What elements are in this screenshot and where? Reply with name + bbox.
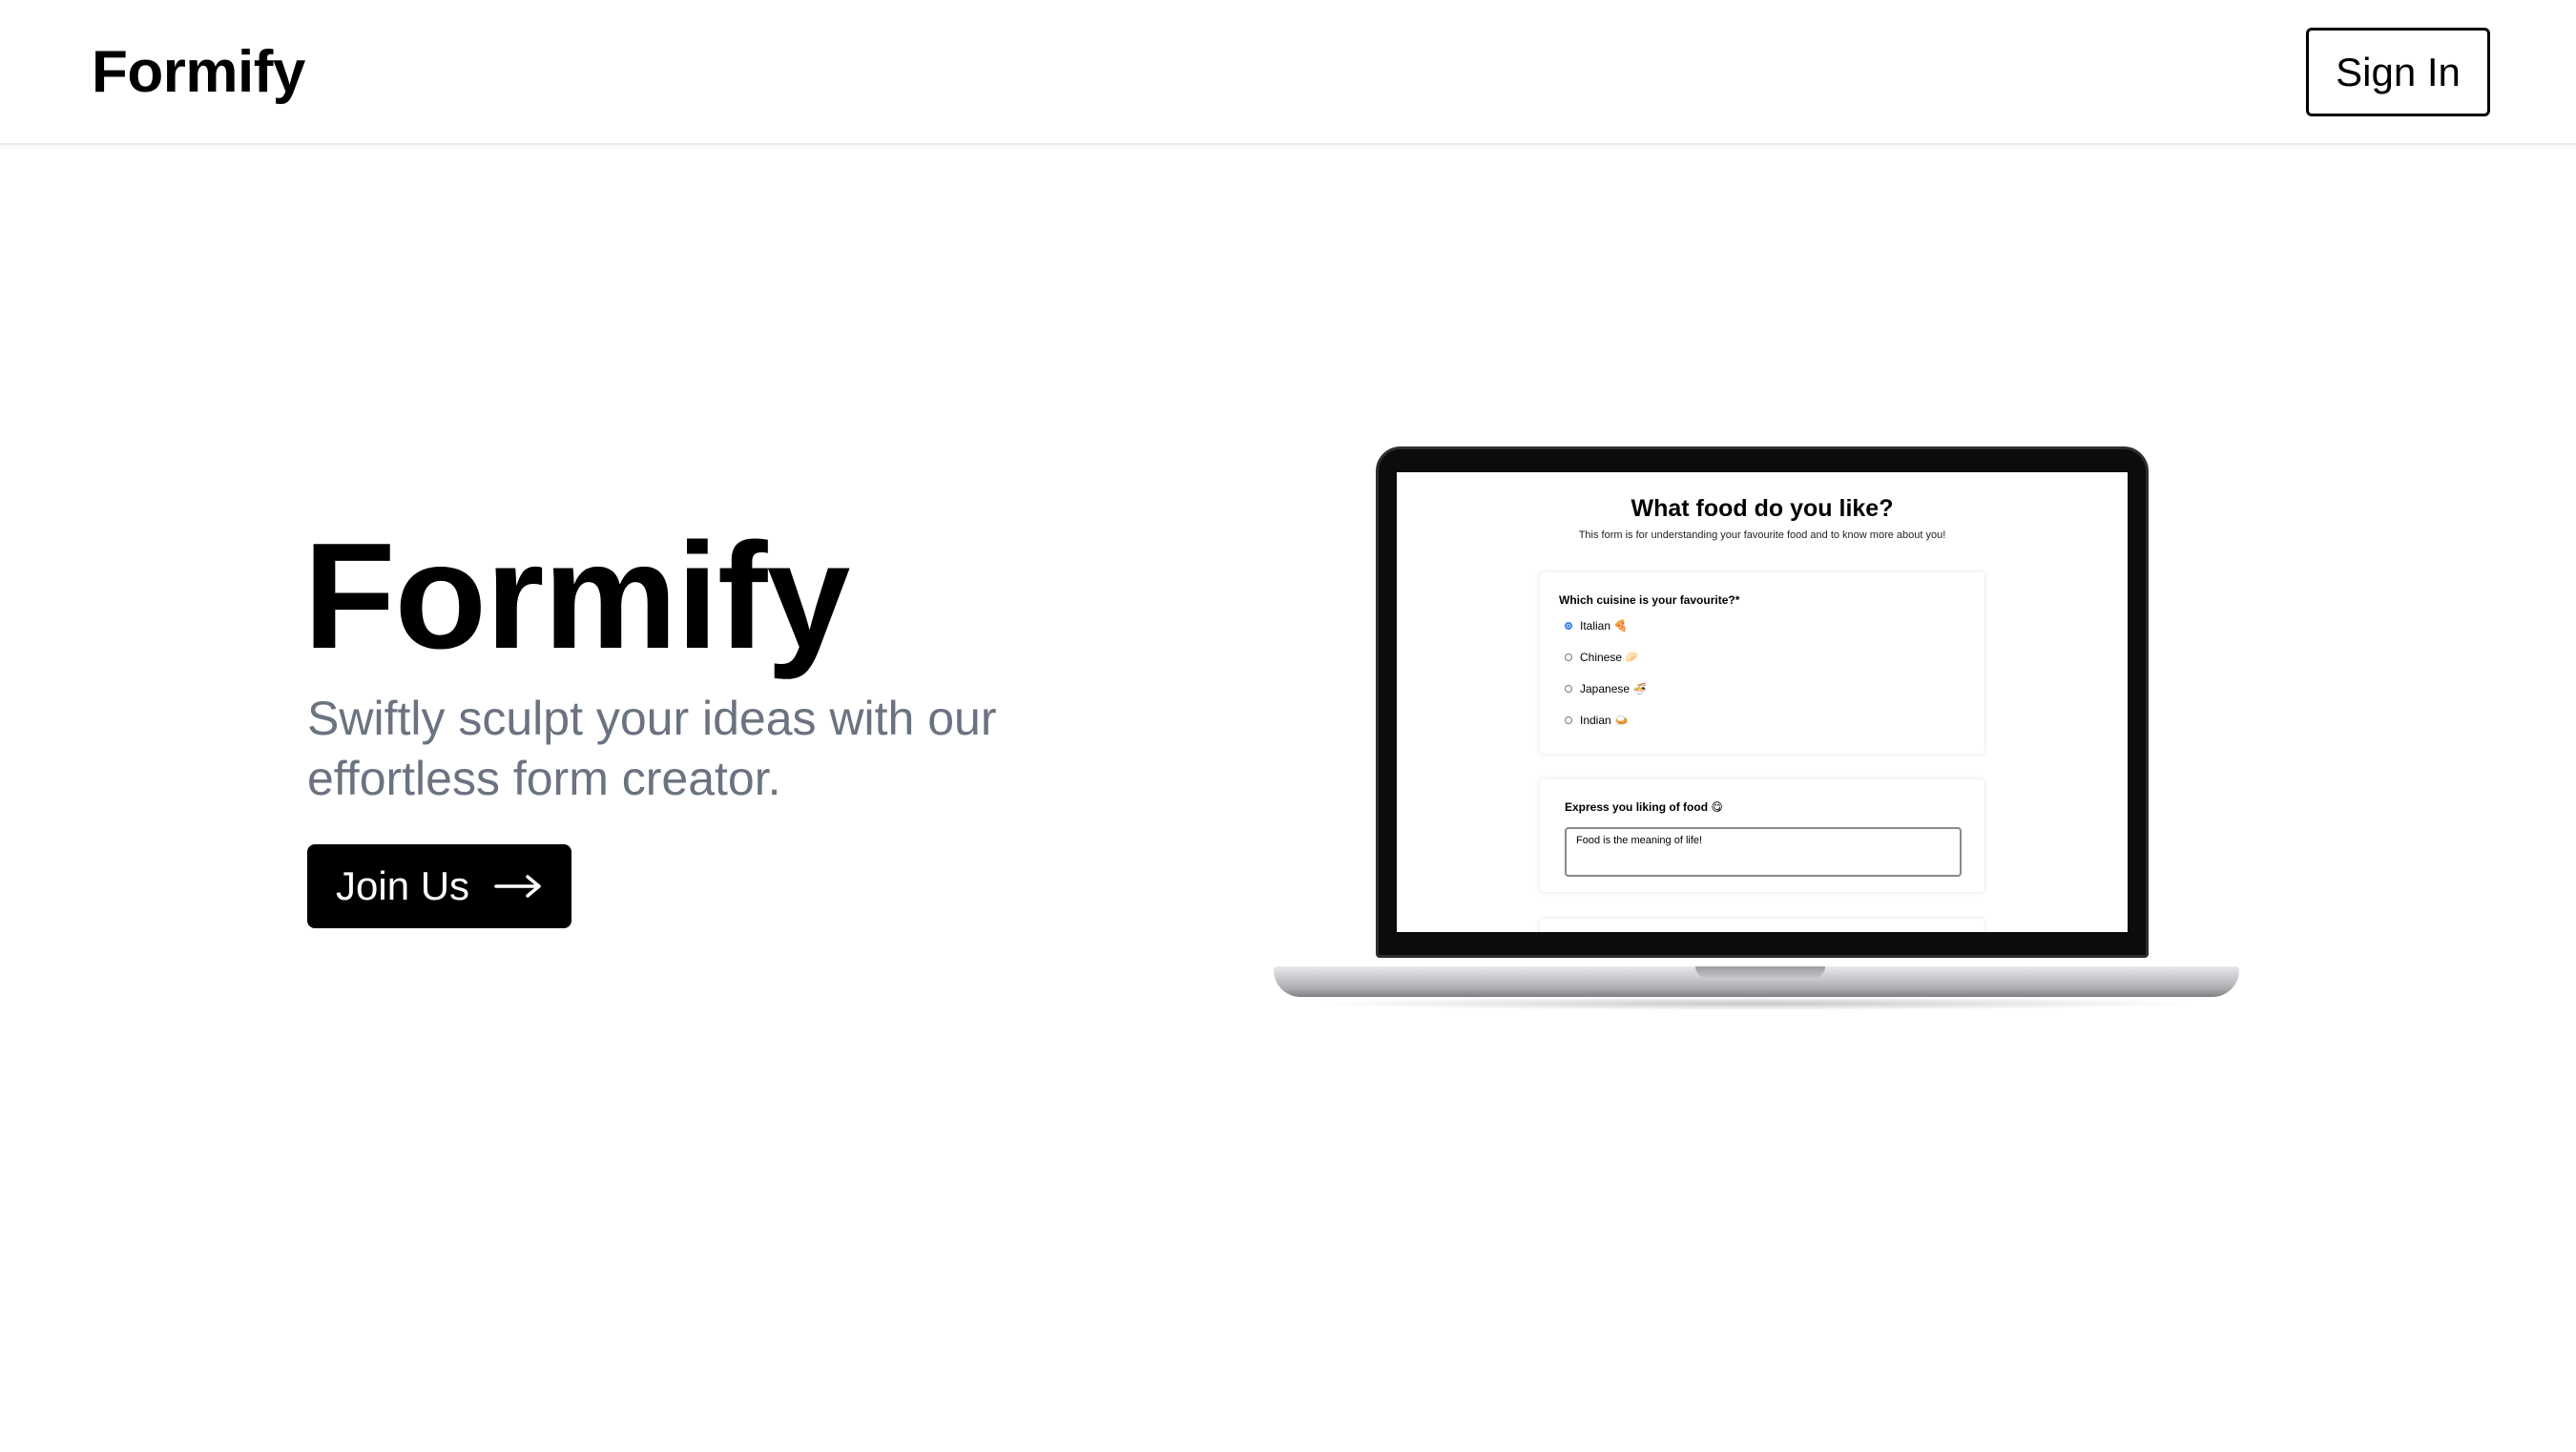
form-preview-description: This form is for understanding your favo… xyxy=(1578,529,1946,541)
laptop-shadow xyxy=(1312,997,2199,1010)
nav-logo[interactable]: Formify xyxy=(92,38,305,107)
laptop-screen: What food do you like? This form is for … xyxy=(1397,472,2128,932)
form-preview-title: What food do you like? xyxy=(1631,495,1894,522)
question-card-cuisine: Which cuisine is your favourite?* Italia… xyxy=(1540,572,1984,754)
question-card-liking: Express you liking of food 😋 Food is the… xyxy=(1540,779,1984,892)
radio-button xyxy=(1565,685,1572,693)
answer-text-field: Food is the meaning of life! xyxy=(1565,827,1962,877)
arrow-right-icon xyxy=(494,875,542,898)
option-label: Chinese 🥟 xyxy=(1580,651,1640,664)
sign-in-button[interactable]: Sign In xyxy=(2306,28,2490,116)
laptop-mockup: What food do you like? This form is for … xyxy=(1274,446,2247,1019)
option-japanese: Japanese 🍜 xyxy=(1565,682,1647,695)
radio-button-selected xyxy=(1565,622,1572,630)
navbar: Formify Sign In xyxy=(0,0,2576,145)
option-label: Italian 🍕 xyxy=(1580,619,1629,633)
question-label-cuisine: Which cuisine is your favourite?* xyxy=(1559,593,1740,607)
option-italian: Italian 🍕 xyxy=(1565,619,1628,633)
join-us-label: Join Us xyxy=(336,863,470,908)
hero-subtitle: Swiftly sculpt your ideas with our effor… xyxy=(307,692,997,805)
option-indian: Indian 🍛 xyxy=(1565,714,1629,727)
laptop-notch xyxy=(1695,966,1825,978)
question-card-partial xyxy=(1540,919,1984,932)
radio-button xyxy=(1565,716,1572,724)
option-label: Japanese 🍜 xyxy=(1580,682,1648,695)
join-us-button[interactable]: Join Us xyxy=(307,844,571,928)
hero-title: Formify xyxy=(303,512,850,680)
radio-button xyxy=(1565,653,1572,661)
option-chinese: Chinese 🥟 xyxy=(1565,651,1639,664)
option-label: Indian 🍛 xyxy=(1580,714,1629,727)
question-label-liking: Express you liking of food 😋 xyxy=(1565,800,1723,814)
